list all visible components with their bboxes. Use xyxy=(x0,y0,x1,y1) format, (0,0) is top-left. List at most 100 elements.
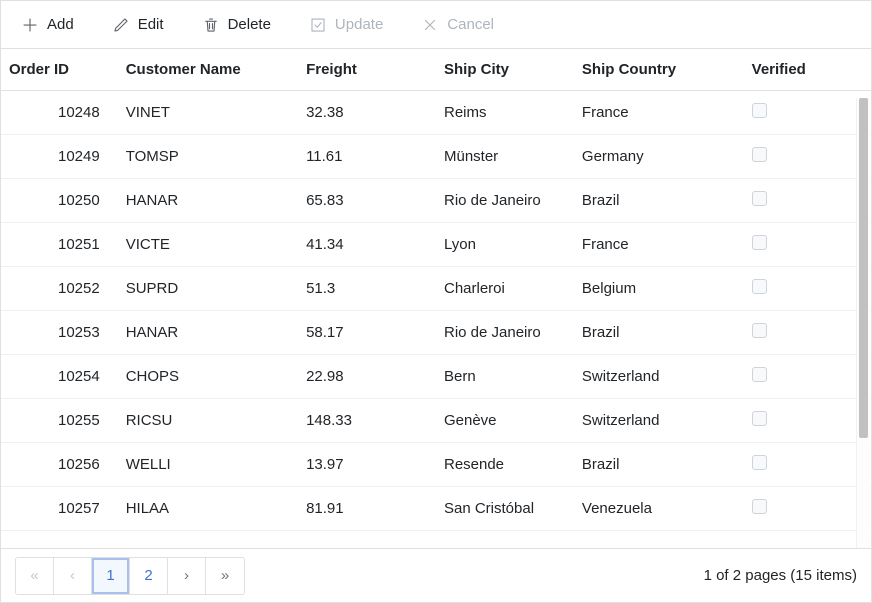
cell-order-id: 10248 xyxy=(1,91,118,135)
delete-label: Delete xyxy=(228,16,271,33)
cell-verified xyxy=(744,179,871,223)
cell-customer: VINET xyxy=(118,91,298,135)
table-row[interactable]: 10249TOMSP11.61MünsterGermany xyxy=(1,135,871,179)
cell-order-id: 10255 xyxy=(1,399,118,443)
cell-freight: 22.98 xyxy=(298,355,436,399)
cell-freight: 51.3 xyxy=(298,267,436,311)
verified-checkbox[interactable] xyxy=(752,235,767,250)
cell-city: Bern xyxy=(436,355,574,399)
pager-page-1[interactable]: 1 xyxy=(92,558,130,594)
cell-city: Rio de Janeiro xyxy=(436,311,574,355)
cell-city: San Cristóbal xyxy=(436,487,574,531)
cell-freight: 11.61 xyxy=(298,135,436,179)
header-row: Order ID Customer Name Freight Ship City… xyxy=(1,49,871,91)
cell-order-id: 10257 xyxy=(1,487,118,531)
pager-prev-button[interactable]: ‹ xyxy=(54,558,92,594)
table-row[interactable]: 10253HANAR58.17Rio de JaneiroBrazil xyxy=(1,311,871,355)
cell-city: Resende xyxy=(436,443,574,487)
cell-verified xyxy=(744,311,871,355)
cell-verified xyxy=(744,135,871,179)
cell-freight: 65.83 xyxy=(298,179,436,223)
verified-checkbox[interactable] xyxy=(752,455,767,470)
cancel-button[interactable]: Cancel xyxy=(415,12,500,38)
header-ship-country[interactable]: Ship Country xyxy=(574,49,744,91)
add-label: Add xyxy=(47,16,74,33)
cell-freight: 13.97 xyxy=(298,443,436,487)
pager-next-button[interactable]: › xyxy=(168,558,206,594)
cell-freight: 148.33 xyxy=(298,399,436,443)
table-row[interactable]: 10252SUPRD51.3CharleroiBelgium xyxy=(1,267,871,311)
cell-country: Germany xyxy=(574,135,744,179)
header-order-id[interactable]: Order ID xyxy=(1,49,118,91)
cell-freight: 32.38 xyxy=(298,91,436,135)
verified-checkbox[interactable] xyxy=(752,499,767,514)
table-row[interactable]: 10257HILAA81.91San CristóbalVenezuela xyxy=(1,487,871,531)
cell-customer: HANAR xyxy=(118,311,298,355)
plus-icon xyxy=(21,16,39,34)
cell-verified xyxy=(744,267,871,311)
cell-verified xyxy=(744,91,871,135)
verified-checkbox[interactable] xyxy=(752,323,767,338)
vertical-scrollbar[interactable] xyxy=(856,98,870,548)
cell-country: Brazil xyxy=(574,179,744,223)
pager-last-button[interactable]: » xyxy=(206,558,244,594)
cell-order-id: 10254 xyxy=(1,355,118,399)
cell-verified xyxy=(744,355,871,399)
edit-button[interactable]: Edit xyxy=(106,12,170,38)
chevron-right-icon: › xyxy=(184,567,189,584)
verified-checkbox[interactable] xyxy=(752,191,767,206)
cell-city: Genève xyxy=(436,399,574,443)
cancel-label: Cancel xyxy=(447,16,494,33)
table-row[interactable]: 10256WELLI13.97ResendeBrazil xyxy=(1,443,871,487)
cell-freight: 41.34 xyxy=(298,223,436,267)
header-ship-city[interactable]: Ship City xyxy=(436,49,574,91)
table-row[interactable]: 10255RICSU148.33GenèveSwitzerland xyxy=(1,399,871,443)
cell-country: Venezuela xyxy=(574,487,744,531)
verified-checkbox[interactable] xyxy=(752,367,767,382)
table-row[interactable]: 10250HANAR65.83Rio de JaneiroBrazil xyxy=(1,179,871,223)
cell-country: France xyxy=(574,91,744,135)
header-customer-name[interactable]: Customer Name xyxy=(118,49,298,91)
add-button[interactable]: Add xyxy=(15,12,80,38)
grid-app: Add Edit Delete Update Cancel xyxy=(0,0,872,603)
cell-order-id: 10256 xyxy=(1,443,118,487)
verified-checkbox[interactable] xyxy=(752,147,767,162)
cell-city: Charleroi xyxy=(436,267,574,311)
cell-verified xyxy=(744,487,871,531)
cell-customer: RICSU xyxy=(118,399,298,443)
table-row[interactable]: 10254CHOPS22.98BernSwitzerland xyxy=(1,355,871,399)
cell-country: Switzerland xyxy=(574,399,744,443)
cell-order-id: 10251 xyxy=(1,223,118,267)
pager-first-button[interactable]: « xyxy=(16,558,54,594)
pencil-icon xyxy=(112,16,130,34)
cell-city: Reims xyxy=(436,91,574,135)
chevron-double-right-icon: » xyxy=(221,567,229,584)
cell-order-id: 10250 xyxy=(1,179,118,223)
table-row[interactable]: 10248VINET32.38ReimsFrance xyxy=(1,91,871,135)
cell-order-id: 10253 xyxy=(1,311,118,355)
header-verified[interactable]: Verified xyxy=(744,49,871,91)
update-button[interactable]: Update xyxy=(303,12,389,38)
verified-checkbox[interactable] xyxy=(752,103,767,118)
cell-city: Münster xyxy=(436,135,574,179)
delete-button[interactable]: Delete xyxy=(196,12,277,38)
cell-customer: CHOPS xyxy=(118,355,298,399)
cell-country: France xyxy=(574,223,744,267)
table-row[interactable]: 10251VICTE41.34LyonFrance xyxy=(1,223,871,267)
cell-customer: VICTE xyxy=(118,223,298,267)
cell-customer: WELLI xyxy=(118,443,298,487)
scrollbar-thumb[interactable] xyxy=(859,98,868,438)
verified-checkbox[interactable] xyxy=(752,411,767,426)
cell-country: Switzerland xyxy=(574,355,744,399)
cell-customer: TOMSP xyxy=(118,135,298,179)
chevron-double-left-icon: « xyxy=(30,567,38,584)
pager-page-2[interactable]: 2 xyxy=(130,558,168,594)
grid-container: Order ID Customer Name Freight Ship City… xyxy=(1,49,871,548)
cell-freight: 58.17 xyxy=(298,311,436,355)
cell-customer: HILAA xyxy=(118,487,298,531)
chevron-left-icon: ‹ xyxy=(70,567,75,584)
header-freight[interactable]: Freight xyxy=(298,49,436,91)
cell-city: Rio de Janeiro xyxy=(436,179,574,223)
verified-checkbox[interactable] xyxy=(752,279,767,294)
cell-verified xyxy=(744,399,871,443)
